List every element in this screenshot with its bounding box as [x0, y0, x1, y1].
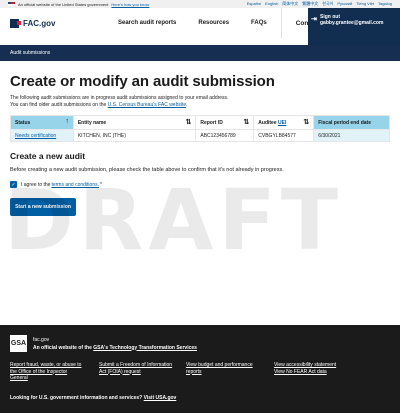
- section-bar: Audit submissions: [0, 45, 400, 61]
- heres-how-you-know-link[interactable]: Here's how you know: [111, 2, 149, 7]
- uei-abbr-link[interactable]: UEI: [278, 120, 286, 126]
- terms-prefix: I agree to the: [21, 181, 51, 188]
- table-row: Needs certification KITCHEN, INC (THE) A…: [10, 129, 390, 142]
- intro-line-2-suffix: .: [186, 102, 188, 108]
- main-content: Create or modify an audit submission The…: [0, 73, 400, 216]
- lang-link[interactable]: Español: [247, 1, 261, 7]
- census-fac-link[interactable]: U.S. Census Bureau's FAC website: [108, 102, 187, 108]
- page-title: Create or modify an audit submission: [10, 73, 275, 90]
- gov-banner: An official website of the United States…: [0, 0, 400, 8]
- footer-link-no-fear[interactable]: View No FEAR Act data: [274, 369, 327, 375]
- nav-faqs[interactable]: FAQs: [251, 20, 267, 26]
- usa-gov-prompt: Looking for U.S. government information …: [10, 395, 177, 401]
- col-entity-header[interactable]: Entity name ⇅: [72, 115, 197, 130]
- new-audit-heading: Create a new audit: [10, 151, 86, 161]
- sort-icon[interactable]: ⇅: [303, 118, 309, 126]
- col-report-id-header[interactable]: Report ID ⇅: [195, 115, 255, 130]
- lang-link[interactable]: English: [265, 1, 278, 7]
- footer-link-accessibility[interactable]: View accessibility statement: [274, 362, 336, 368]
- status-link[interactable]: Needs certification: [15, 133, 56, 139]
- footer-link-oig[interactable]: Report fraud, waste, or abuse to the Offi…: [10, 362, 99, 382]
- tts-link[interactable]: GSA's Technology Transformation Services: [93, 345, 197, 351]
- gsa-logo[interactable]: GSA: [10, 335, 27, 352]
- intro-line-2-prefix: You can find older audit submissions on …: [10, 102, 108, 108]
- fac-logo-icon: [10, 18, 21, 28]
- lang-link[interactable]: 简体中文: [282, 1, 298, 7]
- lang-link[interactable]: 繁體中文: [302, 1, 318, 7]
- terms-checkbox[interactable]: ✓: [10, 181, 17, 188]
- cell-status: Needs certification: [10, 129, 74, 142]
- intro-line-1: The following audit submissions are in p…: [10, 95, 229, 101]
- sort-icon[interactable]: ⇅: [243, 118, 249, 126]
- cell-report-id: ABC123456789: [195, 129, 255, 142]
- intro-text: The following audit submissions are in p…: [10, 95, 390, 109]
- nav-search-audit-reports[interactable]: Search audit reports: [118, 20, 176, 26]
- lang-link[interactable]: 한국어: [322, 1, 333, 7]
- usa-gov-link[interactable]: Visit USA.gov: [144, 395, 177, 401]
- col-status-header[interactable]: Status ↑: [10, 115, 74, 130]
- fac-logo[interactable]: FAC.gov: [10, 18, 56, 28]
- site-footer: GSA fac.gov An official website of the G…: [0, 325, 400, 413]
- footer-link-foia[interactable]: Submit a Freedom of Information Act (FOIA…: [99, 362, 186, 382]
- terms-link[interactable]: terms and conditions.: [51, 182, 99, 188]
- nav-resources[interactable]: Resources: [198, 20, 229, 26]
- required-mark: *: [100, 181, 102, 188]
- cell-fiscal-end: 6/30/2021: [313, 129, 390, 142]
- cell-entity: KITCHEN, INC (THE): [72, 129, 197, 142]
- user-email: gabby.grantee@gmail.com: [320, 20, 384, 26]
- submissions-table: Status ↑ Entity name ⇅ Report ID ⇅ Audit…: [10, 115, 390, 142]
- site-header: FAC.gov Search audit reports Resources F…: [0, 8, 400, 45]
- sign-out-button[interactable]: ⇥ Sign out gabby.grantee@gmail.com: [308, 8, 400, 45]
- us-flag-icon: [8, 2, 15, 6]
- sign-out-icon: ⇥: [311, 16, 317, 23]
- language-list: Español English 简体中文 繁體中文 한국어 Русский Ti…: [247, 1, 392, 7]
- section-bar-label: Audit submissions: [10, 50, 51, 56]
- sort-icon[interactable]: ⇅: [185, 118, 191, 126]
- col-uei-header[interactable]: Auditee UEI ⇅: [253, 115, 315, 130]
- footer-identifier: GSA fac.gov An official website of the G…: [10, 335, 390, 352]
- gov-banner-text: An official website of the United States…: [18, 1, 109, 7]
- footer-link-budget[interactable]: View budget and performance reports: [186, 362, 274, 382]
- lang-link[interactable]: Русский: [337, 1, 352, 7]
- lang-link[interactable]: Tiếng Việt: [356, 1, 374, 7]
- lang-link[interactable]: Tagalog: [378, 1, 392, 7]
- terms-agreement: ✓ I agree to the terms and conditions. *: [10, 181, 390, 188]
- col-fiscal-end-header[interactable]: Fiscal period end date: [313, 115, 390, 130]
- start-new-submission-button[interactable]: Start a new submission: [10, 198, 76, 216]
- footer-domain: fac.gov: [33, 336, 50, 343]
- footer-links: Report fraud, waste, or abuse to the Offi…: [10, 362, 390, 382]
- footer-link-group-4: View accessibility statement View No FEA…: [274, 362, 384, 382]
- sort-ascending-icon[interactable]: ↑: [65, 118, 69, 125]
- footer-official-text: An official website of the GSA's Technol…: [33, 344, 197, 351]
- new-audit-description: Before creating a new audit submission, …: [10, 167, 284, 173]
- cell-uei: CVBGYLB84577: [253, 129, 315, 142]
- fac-logo-text: FAC.gov: [23, 18, 56, 28]
